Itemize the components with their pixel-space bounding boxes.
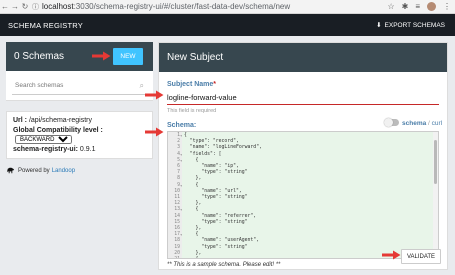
annotation-arrow-schema: [145, 127, 164, 137]
toggle-schema-label: schema: [402, 120, 427, 127]
schemas-header: 0 Schemas NEW: [6, 42, 153, 71]
schemas-count-title: 0 Schemas: [14, 51, 65, 62]
annotation-arrow-validate: [382, 250, 401, 260]
fold-icon[interactable]: ▾: [180, 257, 182, 258]
version-value: 0.9.1: [79, 145, 96, 153]
schema-label: Schema:: [167, 122, 197, 129]
version-label: schema-registry-ui:: [13, 145, 78, 153]
toggle-curl-label: curl: [431, 120, 443, 127]
forward-icon[interactable]: →: [10, 2, 20, 11]
new-subject-panel: New Subject Subject Name* logline-forwar…: [158, 42, 448, 270]
app-title[interactable]: SCHEMA REGISTRY: [8, 21, 83, 30]
search-icon: ⌕: [139, 80, 144, 90]
compatibility-select[interactable]: BACKWARD: [15, 135, 72, 144]
export-label: EXPORT SCHEMAS: [384, 21, 445, 29]
landoop-link[interactable]: Landoop: [52, 168, 75, 174]
field-required-hint: This field is required: [167, 108, 217, 114]
powered-text: Powered by: [18, 167, 50, 174]
search-container: Search schemas ⌕: [6, 71, 153, 101]
info-icon[interactable]: ⓘ: [32, 2, 39, 12]
back-icon[interactable]: ←: [0, 2, 10, 11]
reload-icon[interactable]: ↻: [20, 2, 30, 11]
app-header: SCHEMA REGISTRY ⬇ EXPORT SCHEMAS: [0, 14, 455, 36]
browser-toolbar: ← → ↻ ⓘ localhost:3030/schema-registry-u…: [0, 0, 455, 14]
schemas-sidebar: 0 Schemas NEW Search schemas ⌕ Url : /ap…: [6, 42, 153, 175]
annotation-arrow-new: [92, 51, 111, 61]
download-icon: ⬇: [376, 22, 382, 29]
powered-by: Powered by Landoop: [6, 166, 153, 175]
url-value: /api/schema-registry: [28, 117, 92, 124]
url-label: Url :: [13, 117, 27, 124]
subject-name-label: Subject Name*: [167, 81, 217, 88]
star-icon[interactable]: ☆: [387, 2, 394, 11]
annotation-arrow-subject: [145, 90, 164, 100]
new-subject-header: New Subject: [159, 43, 447, 72]
editor-scrollbar[interactable]: [433, 132, 438, 258]
search-input[interactable]: Search schemas ⌕: [12, 77, 147, 95]
reading-list-icon[interactable]: ≡: [415, 2, 420, 11]
code-text: {: [184, 257, 199, 258]
schema-editor[interactable]: 1 ▾{2 "type": "record", 3 "name": "logLine…: [167, 131, 439, 259]
url-host: localhost: [42, 2, 74, 11]
search-placeholder: Search schemas: [15, 82, 64, 89]
registry-info: Url : /api/schema-registry Global Compat…: [6, 111, 153, 159]
profile-avatar[interactable]: [427, 2, 436, 11]
line-number: 21: [168, 257, 180, 258]
compat-label: Global Compatibility level :: [13, 126, 103, 134]
new-subject-title: New Subject: [167, 52, 224, 63]
validate-button[interactable]: VALIDATE: [401, 249, 441, 264]
schema-curl-toggle[interactable]: [384, 118, 399, 127]
sample-schema-note: ** This is a sample schema. Please edit!…: [167, 262, 281, 268]
editor-scroll-thumb[interactable]: [434, 140, 437, 184]
subject-name-input[interactable]: logline-forward-value: [167, 91, 439, 105]
export-schemas-button[interactable]: ⬇ EXPORT SCHEMAS: [376, 21, 445, 30]
new-button[interactable]: NEW: [113, 48, 143, 65]
address-bar[interactable]: localhost:3030/schema-registry-ui/#/clus…: [42, 2, 290, 11]
menu-icon[interactable]: ⋮: [443, 2, 451, 11]
url-path: :3030/schema-registry-ui/#/cluster/fast-…: [73, 2, 291, 11]
landoop-logo-icon: [6, 167, 15, 174]
extensions-icon[interactable]: ✱: [402, 2, 409, 11]
toggle-labels: schema / curl: [402, 120, 442, 127]
